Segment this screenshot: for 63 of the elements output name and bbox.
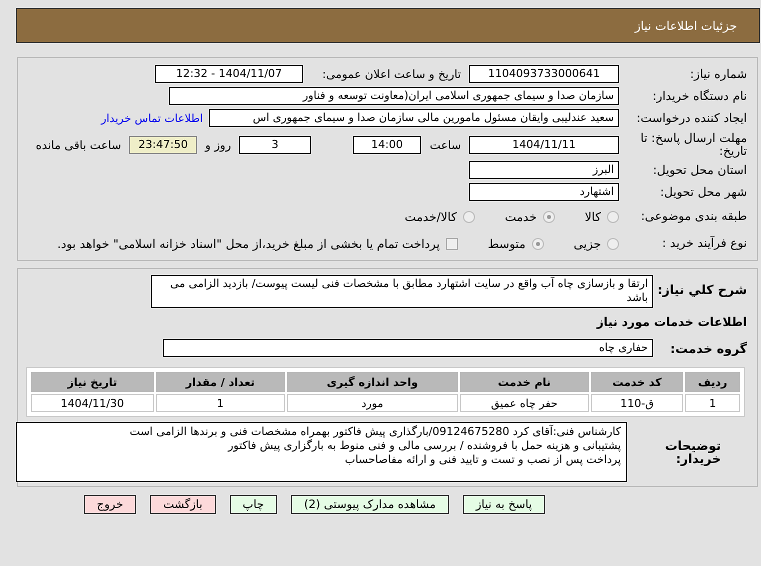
field-label: نام دستگاه خریدار: (652, 90, 747, 102)
notes-line: پرداخت پس از نصب و تست و تایید فنی و ارائه مفاصاحساب (344, 453, 621, 467)
radio-button[interactable] (542, 210, 555, 222)
option-label: پرداخت تمام یا بخشی از مبلغ خرید،از محل "اسناد خزانه اسلامی" خواهد بود. (57, 236, 440, 250)
field-label: روز و (204, 138, 232, 152)
notes-field[interactable] (16, 422, 627, 482)
column-header: تعداد / مقدار (156, 372, 285, 392)
action-button[interactable]: پاسخ به نیاز (462, 495, 545, 514)
table-cell: 1 (156, 394, 285, 412)
table-cell: حفر چاه عمیق (460, 394, 589, 412)
checkbox[interactable] (446, 238, 458, 250)
radio-button[interactable] (462, 210, 475, 222)
text-field[interactable]: سعید عندلیبی وایقان مسئول مامورین مالی سازمان صدا و سیمای جمهوری اس (209, 109, 619, 127)
field-label: نوع فرآیند خرید : (661, 237, 747, 250)
text-field[interactable]: 1404/11/07 - 12:32 (155, 65, 303, 83)
option-label: کالا (584, 210, 601, 224)
column-header: کد خدمت (590, 372, 684, 392)
option-label: کالا/خدمت (404, 210, 457, 224)
action-button[interactable]: چاپ (230, 495, 277, 514)
column-header: تاریخ نیاز (31, 372, 154, 392)
table-cell: 1 (685, 394, 740, 412)
field-label: گروه خدمت: (669, 342, 747, 354)
action-button[interactable]: مشاهده مدارک پیوستی (2) (290, 495, 449, 514)
section-title: اطلاعات خدمات مورد نیاز (595, 315, 747, 329)
contact-link[interactable]: اطلاعات تماس خریدار (101, 112, 205, 124)
notes-line: پشتیبانی و هزینه حمل با فروشنده / بررسی مالی و فنی منوط به بارگزاری پیش فاکتور (226, 439, 621, 453)
option-label: متوسط (488, 236, 526, 250)
action-button[interactable]: خروج (84, 495, 136, 514)
notes-line: کارشناس فنی:آقای کرد 09124675280/بارگذاری پیش فاکتور بهمراه مشخصات فنی و برندها الزامی است (128, 425, 621, 439)
field-label: استان محل تحویل: (652, 164, 747, 176)
radio-button[interactable] (607, 210, 619, 222)
text-field[interactable]: 1104093733000641 (469, 65, 619, 83)
description-field[interactable]: ارتقا و بازسازی چاه آب واقع در سایت اشتهارد مطابق با مشخصات فنی لیست پیوست/ بازدید الزامی می باشد (151, 275, 653, 308)
field-label: شماره نیاز: (689, 68, 747, 80)
option-label: جزیی (574, 236, 601, 250)
field-label: مهلت ارسال پاسخ: تا تاریخ: (639, 132, 747, 158)
countdown-field: 23:47:50 (129, 136, 198, 154)
column-header: نام خدمت (460, 372, 589, 392)
text-field[interactable]: البرز (469, 161, 619, 179)
field-label: طبقه بندی موضوعی: (640, 210, 747, 223)
field-label: ایجاد کننده درخواست: (635, 112, 747, 124)
field-label: شرح کلي نیاز: (657, 281, 747, 296)
text-field[interactable]: 1404/11/11 (469, 136, 619, 154)
table-cell: 1404/11/30 (31, 394, 154, 412)
action-button[interactable]: بازگشت (150, 495, 216, 514)
text-field[interactable]: 14:00 (353, 136, 421, 154)
radio-button[interactable] (607, 238, 619, 250)
column-header: واحد اندازه گیری (286, 372, 458, 392)
field-label: ساعت (428, 138, 462, 152)
page-title: جزئیات اطلاعات نیاز (634, 18, 737, 32)
text-field[interactable]: 3 (239, 136, 311, 154)
radio-button[interactable] (532, 238, 544, 250)
field-label: ساعت باقی مانده (34, 138, 122, 152)
column-header: ردیف (685, 372, 740, 392)
table-cell: مورد (286, 394, 458, 412)
text-field[interactable]: سازمان صدا و سیمای جمهوری اسلامی ایران(معاونت توسعه و فناور (169, 87, 619, 105)
text-field[interactable]: حفاری چاه (163, 339, 653, 357)
field-label: توضیحات خریدار: (664, 439, 722, 465)
text-field[interactable]: اشتهارد (469, 183, 619, 201)
table-cell: ق-110 (590, 394, 684, 412)
field-label: تاریخ و ساعت اعلان عمومی: (321, 67, 462, 81)
option-label: خدمت (504, 210, 537, 224)
field-label: شهر محل تحویل: (659, 186, 747, 198)
